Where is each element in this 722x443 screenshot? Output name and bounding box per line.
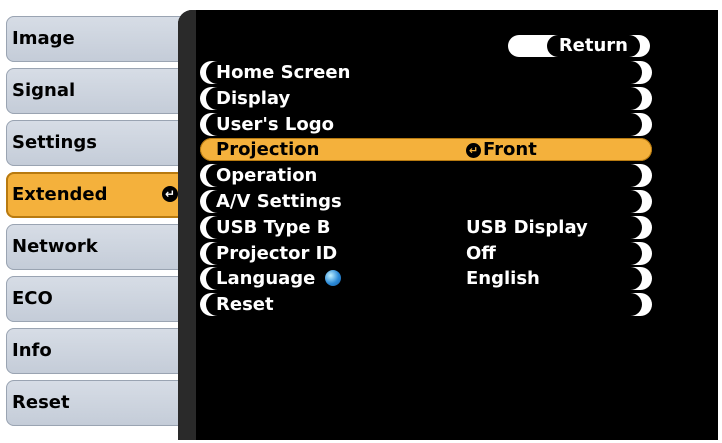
tab-reset[interactable]: Reset xyxy=(6,380,188,426)
tab-label: Info xyxy=(12,340,52,361)
menu-item-av-settings[interactable]: A/V Settings xyxy=(200,189,652,215)
item-label: Reset xyxy=(216,294,274,316)
menu-item-language[interactable]: Language English xyxy=(200,266,652,292)
tab-settings[interactable]: Settings xyxy=(6,120,188,166)
item-value: USB Display xyxy=(466,216,588,238)
item-label: Projector ID xyxy=(216,242,338,264)
item-label: Display xyxy=(216,87,291,109)
menu-tabs: Image Signal Settings Extended ↵ Network … xyxy=(6,16,194,432)
item-value: ↵ Front xyxy=(466,139,537,160)
item-label: User's Logo xyxy=(216,113,334,135)
menu-item-users-logo[interactable]: User's Logo xyxy=(200,112,652,138)
item-value: English xyxy=(466,268,540,290)
item-label: Operation xyxy=(216,165,318,187)
item-label: Language xyxy=(216,268,342,290)
item-label-text: Language xyxy=(216,268,316,290)
item-label: Home Screen xyxy=(216,62,351,83)
tab-label: Settings xyxy=(12,132,97,153)
menu-list: Home Screen Display User's Logo Projecti… xyxy=(200,60,652,318)
tab-image[interactable]: Image xyxy=(6,16,188,62)
tab-label: Image xyxy=(12,28,75,49)
tab-extended[interactable]: Extended ↵ xyxy=(6,172,194,218)
enter-icon: ↵ xyxy=(466,143,481,159)
tab-eco[interactable]: ECO xyxy=(6,276,188,322)
tab-label: Extended xyxy=(12,184,108,205)
menu-panel: Return Home Screen Display User's Logo P… xyxy=(178,10,718,440)
tab-label: ECO xyxy=(12,288,53,309)
menu-item-usb-type-b[interactable]: USB Type B USB Display xyxy=(200,215,652,241)
item-label: Projection xyxy=(216,139,320,161)
menu-item-home-screen[interactable]: Home Screen xyxy=(200,60,652,86)
tab-info[interactable]: Info xyxy=(6,328,188,374)
return-label: Return xyxy=(546,35,640,57)
item-label: A/V Settings xyxy=(216,190,342,212)
menu-item-reset[interactable]: Reset xyxy=(200,292,652,318)
return-button[interactable]: Return xyxy=(508,35,650,57)
menu-item-display[interactable]: Display xyxy=(200,86,652,112)
menu-item-operation[interactable]: Operation xyxy=(200,163,652,189)
tab-label: Signal xyxy=(12,80,76,101)
menu-item-projection[interactable]: Projection ↵ Front xyxy=(200,137,652,163)
item-value: Off xyxy=(466,242,496,264)
item-value-text: Front xyxy=(483,139,537,161)
enter-icon: ↵ xyxy=(162,186,178,202)
tab-signal[interactable]: Signal xyxy=(6,68,188,114)
tab-label: Reset xyxy=(12,392,70,413)
item-label: USB Type B xyxy=(216,216,331,238)
tab-label: Network xyxy=(12,236,98,257)
menu-item-projector-id[interactable]: Projector ID Off xyxy=(200,241,652,267)
globe-icon xyxy=(325,270,342,287)
tab-network[interactable]: Network xyxy=(6,224,188,270)
